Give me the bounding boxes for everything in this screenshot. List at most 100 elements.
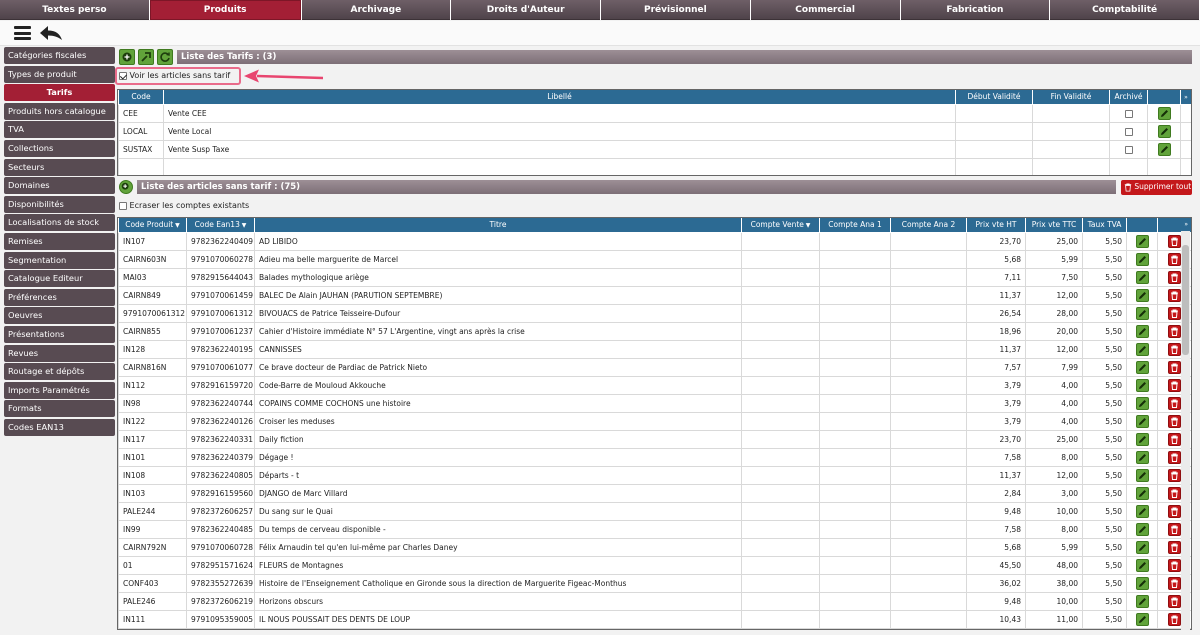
trash-icon[interactable] xyxy=(1168,324,1181,338)
sidebar-item-10[interactable]: Remises xyxy=(4,232,115,250)
articles-scrollbar[interactable] xyxy=(1181,231,1190,630)
tarifs-col-header-0[interactable]: Code xyxy=(118,90,164,105)
edit-pencil-icon[interactable] xyxy=(1135,468,1149,482)
top-tab-4[interactable]: Prévisionnel xyxy=(601,0,750,20)
add-article-button[interactable] xyxy=(119,180,133,194)
sidebar-item-0[interactable]: Catégories fiscales xyxy=(4,47,115,64)
trash-icon[interactable] xyxy=(1168,432,1181,446)
edit-pencil-icon[interactable] xyxy=(1135,558,1149,572)
sidebar-item-15[interactable]: Présentations xyxy=(4,325,115,343)
top-tab-2[interactable]: Archivage xyxy=(301,0,451,20)
top-tab-0[interactable]: Textes perso xyxy=(0,0,149,20)
trash-icon[interactable] xyxy=(1168,486,1181,500)
edit-pencil-icon[interactable] xyxy=(1135,342,1149,356)
articles-col-header-5[interactable]: Compte Ana 2 xyxy=(890,218,967,233)
sidebar-item-14[interactable]: Oeuvres xyxy=(4,307,115,325)
sidebar-item-8[interactable]: Disponibilités xyxy=(4,195,115,213)
edit-pencil-icon[interactable] xyxy=(1135,270,1149,284)
delete-all-button[interactable]: Supprimer tout xyxy=(1121,180,1192,195)
edit-pencil-icon[interactable] xyxy=(1135,450,1149,464)
top-tab-3[interactable]: Droits d'Auteur xyxy=(451,0,600,20)
trash-icon[interactable] xyxy=(1168,270,1181,284)
filter-icon[interactable]: ▼ xyxy=(240,222,247,229)
sidebar-item-5[interactable]: Collections xyxy=(4,139,115,157)
overwrite-accounts-checkbox[interactable] xyxy=(119,201,127,210)
tools-button[interactable] xyxy=(138,49,154,65)
sidebar-item-17[interactable]: Routage et dépôts xyxy=(4,363,115,381)
articles-expand-icon[interactable]: » xyxy=(1157,218,1191,233)
edit-pencil-icon[interactable] xyxy=(1135,288,1149,302)
sidebar-item-9[interactable]: Localisations de stock xyxy=(4,214,115,232)
edit-pencil-icon[interactable] xyxy=(1135,414,1149,428)
sidebar-item-7[interactable]: Domaines xyxy=(4,177,115,195)
articles-col-header-1[interactable]: Code Ean13 ▼ xyxy=(186,218,255,233)
trash-icon[interactable] xyxy=(1168,450,1181,464)
articles-col-header-7[interactable]: Prix vte TTC xyxy=(1025,218,1083,233)
edit-pencil-icon[interactable] xyxy=(1135,324,1149,338)
articles-col-header-4[interactable]: Compte Ana 1 xyxy=(819,218,891,233)
sidebar-item-19[interactable]: Formats xyxy=(4,400,115,418)
edit-pencil-icon[interactable] xyxy=(1135,378,1149,392)
sidebar-item-16[interactable]: Revues xyxy=(4,344,115,362)
trash-icon[interactable] xyxy=(1168,468,1181,482)
refresh-button[interactable] xyxy=(157,49,173,65)
edit-pencil-icon[interactable] xyxy=(1135,360,1149,374)
back-arrow-icon[interactable] xyxy=(39,25,63,41)
trash-icon[interactable] xyxy=(1168,414,1181,428)
trash-icon[interactable] xyxy=(1168,288,1181,302)
trash-icon[interactable] xyxy=(1168,612,1181,626)
overwrite-accounts[interactable]: Ecraser les comptes existants xyxy=(119,201,249,210)
tarifs-col-header-3[interactable]: Fin Validité xyxy=(1032,90,1110,105)
trash-icon[interactable] xyxy=(1168,594,1181,608)
edit-pencil-icon[interactable] xyxy=(1157,106,1171,120)
hamburger-menu-icon[interactable] xyxy=(14,26,31,40)
trash-icon[interactable] xyxy=(1168,522,1181,536)
tarifs-col-header-1[interactable]: Libellé xyxy=(163,90,956,105)
tarifs-col-header-4[interactable]: Archivé xyxy=(1109,90,1148,105)
articles-col-header-3[interactable]: Compte Vente ▼ xyxy=(741,218,820,233)
edit-pencil-icon[interactable] xyxy=(1157,124,1171,138)
sidebar-item-18[interactable]: Imports Paramétrés xyxy=(4,381,115,399)
edit-pencil-icon[interactable] xyxy=(1135,612,1149,626)
trash-icon[interactable] xyxy=(1168,504,1181,518)
edit-pencil-icon[interactable] xyxy=(1135,306,1149,320)
articles-col-header-0[interactable]: Code Produit ▼ xyxy=(118,218,187,233)
trash-icon[interactable] xyxy=(1168,378,1181,392)
trash-icon[interactable] xyxy=(1168,396,1181,410)
trash-icon[interactable] xyxy=(1168,342,1181,356)
edit-pencil-icon[interactable] xyxy=(1135,486,1149,500)
top-tab-5[interactable]: Commercial xyxy=(750,0,900,20)
articles-col-header-2[interactable]: Titre xyxy=(254,218,742,233)
sidebar-item-11[interactable]: Segmentation xyxy=(4,251,115,269)
filter-icon[interactable]: ▼ xyxy=(804,222,811,229)
archived-checkbox[interactable] xyxy=(1124,145,1133,154)
edit-pencil-icon[interactable] xyxy=(1135,594,1149,608)
top-tab-1[interactable]: Produits xyxy=(149,0,301,20)
edit-pencil-icon[interactable] xyxy=(1135,252,1149,266)
sidebar-item-12[interactable]: Catalogue Editeur xyxy=(4,270,115,288)
top-tab-6[interactable]: Fabrication xyxy=(900,0,1050,20)
edit-pencil-icon[interactable] xyxy=(1135,234,1149,248)
top-tab-7[interactable]: Comptabilité xyxy=(1050,0,1199,20)
edit-pencil-icon[interactable] xyxy=(1135,540,1149,554)
articles-col-header-8[interactable]: Taux TVA xyxy=(1082,218,1127,233)
archived-checkbox[interactable] xyxy=(1124,127,1133,136)
trash-icon[interactable] xyxy=(1168,558,1181,572)
tarifs-col-header-2[interactable]: Début Validité xyxy=(955,90,1033,105)
filter-icon[interactable]: ▼ xyxy=(173,222,180,229)
archived-checkbox[interactable] xyxy=(1124,109,1133,118)
trash-icon[interactable] xyxy=(1168,540,1181,554)
sidebar-item-3[interactable]: Produits hors catalogue xyxy=(4,102,115,120)
trash-icon[interactable] xyxy=(1168,360,1181,374)
tarifs-expand-icon[interactable]: » xyxy=(1180,90,1191,105)
edit-pencil-icon[interactable] xyxy=(1135,432,1149,446)
articles-col-header-6[interactable]: Prix vte HT xyxy=(966,218,1026,233)
sidebar-item-4[interactable]: TVA xyxy=(4,121,115,139)
edit-pencil-icon[interactable] xyxy=(1135,504,1149,518)
edit-pencil-icon[interactable] xyxy=(1135,576,1149,590)
sidebar-item-1[interactable]: Types de produit xyxy=(4,65,115,83)
add-tarif-button[interactable] xyxy=(119,49,135,65)
edit-pencil-icon[interactable] xyxy=(1135,522,1149,536)
scrollbar-thumb[interactable] xyxy=(1182,245,1189,355)
trash-icon[interactable] xyxy=(1168,306,1181,320)
